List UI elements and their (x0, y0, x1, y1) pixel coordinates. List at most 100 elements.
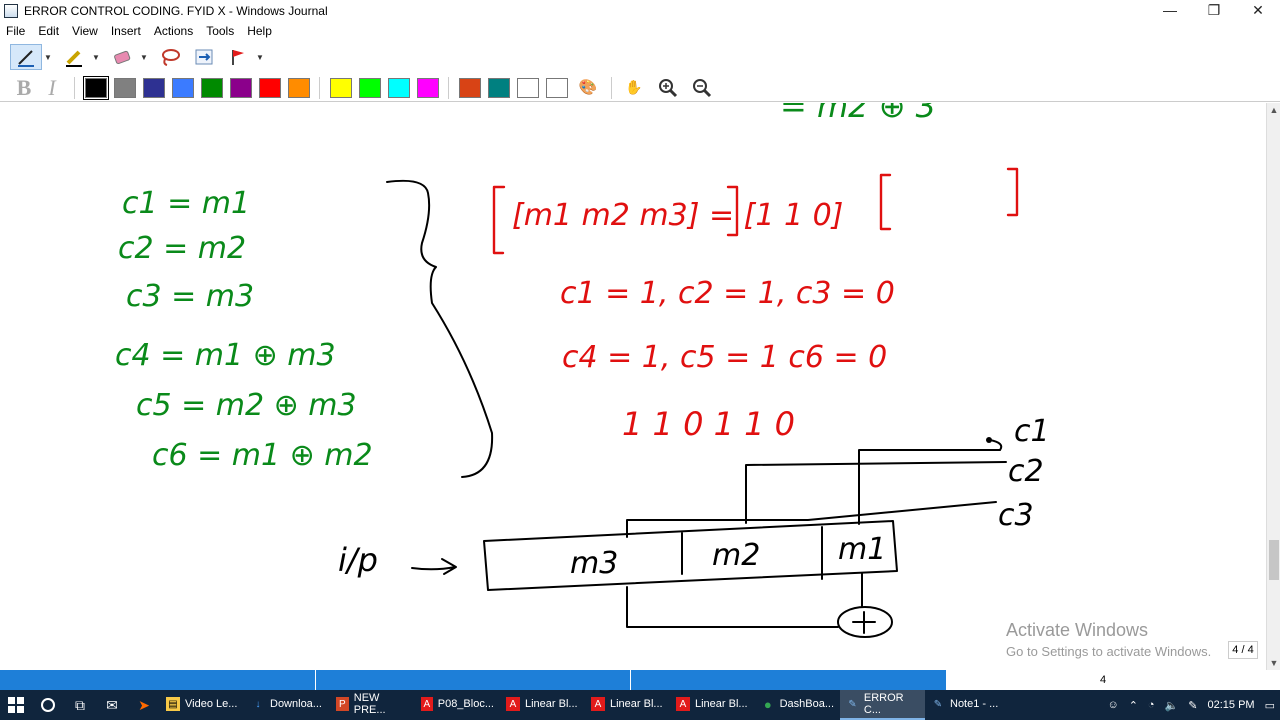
journal-icon: ✎ (933, 698, 943, 710)
vertical-scrollbar[interactable]: ▲ ▼ (1266, 103, 1280, 670)
taskbar-app-journal-active[interactable]: ✎ ERROR C... (840, 690, 925, 720)
color-yellow[interactable] (329, 77, 352, 98)
app-label: Note1 - ... (950, 698, 999, 710)
color-blue[interactable] (171, 77, 194, 98)
wire-c1-dot (986, 437, 992, 443)
lasso-tool-button[interactable] (154, 44, 186, 70)
taskbar-app-powerpoint[interactable]: P NEW PRE... (330, 690, 415, 720)
color-navy[interactable] (142, 77, 165, 98)
bold-button[interactable]: B (12, 75, 36, 100)
pdf-icon: A (421, 697, 433, 711)
separator (74, 76, 75, 99)
color-red[interactable] (258, 77, 281, 98)
menu-actions[interactable]: Actions (154, 24, 193, 38)
taskbar-app-pdf-4[interactable]: A Linear Bl... (670, 690, 755, 720)
highlighter-icon (66, 50, 82, 67)
menu-view[interactable]: View (72, 24, 98, 38)
color-cyan[interactable] (387, 77, 410, 98)
color-orange[interactable] (287, 77, 310, 98)
close-button[interactable]: ✕ (1236, 0, 1280, 22)
menu-tools[interactable]: Tools (206, 24, 234, 38)
output-c1: c1 (1014, 414, 1050, 449)
eq-c3: c3 = m3 (126, 279, 254, 314)
download-icon: ↓ (255, 698, 261, 710)
flag-tool-button[interactable] (222, 44, 254, 70)
cell-m3: m3 (570, 546, 618, 581)
color-purple[interactable] (229, 77, 252, 98)
expand-tray-icon[interactable]: ⌃ (1129, 699, 1138, 712)
color-green[interactable] (200, 77, 223, 98)
color-lime[interactable] (358, 77, 381, 98)
color-black[interactable] (82, 75, 109, 100)
folder-icon: ▤ (166, 697, 180, 711)
app-label: P08_Bloc... (437, 698, 494, 710)
clock[interactable]: 02:15 PM (1208, 699, 1255, 711)
pdf-icon: A (506, 697, 520, 711)
flag-dropdown-icon[interactable]: ▼ (256, 53, 266, 62)
color-white-2[interactable] (545, 77, 568, 98)
color-dark-orange[interactable] (458, 77, 481, 98)
search-button[interactable] (32, 690, 64, 720)
zoom-out-icon (693, 78, 712, 97)
pan-button[interactable]: ✋ (618, 75, 650, 101)
status-bar: 4 (0, 670, 1280, 690)
start-button[interactable] (0, 690, 32, 720)
menu-insert[interactable]: Insert (111, 24, 141, 38)
separator (448, 76, 449, 99)
network-icon[interactable]: ◔ (1148, 699, 1155, 711)
scroll-thumb[interactable] (1269, 540, 1279, 580)
eraser-dropdown-icon[interactable]: ▼ (140, 53, 150, 62)
volume-icon[interactable]: 🔈 (1165, 699, 1179, 712)
launcher-button[interactable]: ➤ (128, 690, 160, 720)
menu-help[interactable]: Help (247, 24, 272, 38)
pen-workspace-icon[interactable]: ✎ (1188, 699, 1197, 712)
italic-button[interactable]: I (40, 75, 64, 100)
pen-dropdown-icon[interactable]: ▼ (44, 53, 54, 62)
color-teal[interactable] (487, 77, 510, 98)
taskbar-app-chrome[interactable]: ● DashBoa... (755, 690, 840, 720)
highlighter-tool-button[interactable] (58, 44, 90, 70)
powerpoint-icon: P (336, 697, 349, 711)
taskbar-app-pdf-3[interactable]: A Linear Bl... (585, 690, 670, 720)
insert-space-button[interactable] (188, 44, 220, 70)
menu-edit[interactable]: Edit (38, 24, 59, 38)
people-icon[interactable]: ☺ (1107, 699, 1118, 711)
minimize-button[interactable]: — (1148, 0, 1192, 22)
separator (319, 76, 320, 99)
app-label: Linear Bl... (610, 698, 663, 710)
eq-c4: c4 = m1 ⊕ m3 (115, 338, 336, 373)
highlighter-dropdown-icon[interactable]: ▼ (92, 53, 102, 62)
eq-c2: c2 = m2 (118, 231, 246, 266)
eraser-tool-button[interactable] (106, 44, 138, 70)
shift-register-box (483, 520, 898, 591)
taskbar-app-note[interactable]: ✎ Note1 - ... (925, 690, 1010, 720)
maximize-button[interactable]: ❐ (1192, 0, 1236, 22)
taskbar-app-video[interactable]: ▤ Video Le... (160, 690, 245, 720)
zoom-out-button[interactable] (686, 75, 718, 101)
app-label: Video Le... (185, 698, 238, 710)
status-segment-1 (0, 670, 316, 690)
color-gray[interactable] (113, 77, 136, 98)
feedback-wire (626, 586, 839, 628)
taskbar-app-downloads[interactable]: ↓ Downloa... (245, 690, 330, 720)
taskbar-app-pdf-2[interactable]: A Linear Bl... (500, 690, 585, 720)
scroll-up-icon[interactable]: ▲ (1267, 105, 1280, 115)
color-white-1[interactable] (516, 77, 539, 98)
mail-button[interactable]: ✉ (96, 690, 128, 720)
output-c3: c3 (998, 498, 1034, 533)
chrome-icon: ● (763, 696, 772, 712)
color-magenta[interactable] (416, 77, 439, 98)
palette-icon[interactable]: 🎨 (575, 78, 601, 98)
scroll-down-icon[interactable]: ▼ (1267, 658, 1280, 668)
note-canvas[interactable]: = m2 ⊕ 3 c1 = m1 c2 = m2 c3 = m3 c4 = m1… (0, 103, 1266, 670)
cell-m2: m2 (712, 538, 760, 573)
zoom-in-button[interactable] (652, 75, 684, 101)
pen-tool-button[interactable] (10, 44, 42, 70)
menu-file[interactable]: File (6, 24, 25, 38)
ink-layer: = m2 ⊕ 3 c1 = m1 c2 = m2 c3 = m3 c4 = m1… (115, 103, 1050, 638)
notifications-icon[interactable]: ▭ (1265, 699, 1275, 712)
format-toolbar: B I 🎨 ✋ (0, 74, 1280, 102)
message-vector-text: [m1 m2 m3] = [1 1 0] (512, 198, 843, 233)
task-view-button[interactable]: ⧉ (64, 690, 96, 720)
taskbar-app-pdf-1[interactable]: A P08_Bloc... (415, 690, 500, 720)
